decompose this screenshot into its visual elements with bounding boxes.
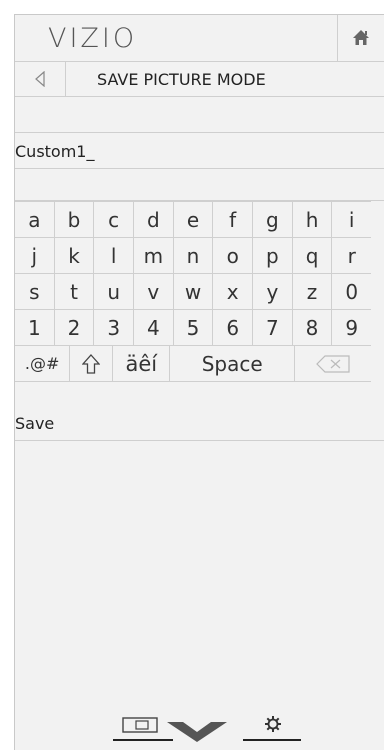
mode-name-field[interactable]: Custom1_ [15,133,384,169]
symbols-key[interactable]: .@# [15,346,71,381]
key[interactable]: q [293,238,333,273]
shift-key[interactable] [70,346,114,381]
keyboard-row: 1 2 3 4 5 6 7 8 9 [15,310,371,346]
backspace-icon [316,354,350,373]
key[interactable]: b [55,202,95,237]
key[interactable]: o [213,238,254,273]
key[interactable]: d [134,202,174,237]
key[interactable]: 5 [174,310,214,345]
save-button[interactable]: Save [15,405,384,441]
keyboard-row: .@# äêí Space [15,346,371,382]
mode-name-value: Custom1_ [15,142,95,161]
vizio-logo: VIZIO [48,23,138,54]
key[interactable]: z [293,274,333,309]
header: VIZIO [15,15,384,62]
home-button[interactable] [337,15,384,61]
key[interactable]: h [293,202,333,237]
key[interactable]: 6 [213,310,254,345]
key[interactable]: 1 [15,310,55,345]
back-arrow-icon [35,71,45,87]
key[interactable]: n [174,238,214,273]
on-screen-keyboard: a b c d e f g h i j k l m n o p q r s t … [15,201,371,382]
key[interactable]: u [94,274,135,309]
key[interactable]: 2 [55,310,95,345]
key[interactable]: i [332,202,371,237]
keyboard-row: j k l m n o p q r [15,238,371,274]
key[interactable]: e [174,202,214,237]
key[interactable]: s [15,274,55,309]
spacer-row [15,169,384,201]
settings-panel: VIZIO SAVE PICTURE MODE Custom1_ a b c d… [14,14,384,750]
settings-gear-icon[interactable] [243,716,301,741]
title-bar: SAVE PICTURE MODE [15,62,384,97]
key[interactable]: l [94,238,135,273]
key[interactable]: a [15,202,55,237]
input-source-icon[interactable] [113,717,173,741]
save-label: Save [15,414,55,433]
key[interactable]: w [174,274,214,309]
key[interactable]: 8 [293,310,333,345]
shift-arrow-icon [82,353,101,374]
key[interactable]: c [94,202,135,237]
key[interactable]: g [253,202,293,237]
key[interactable]: j [15,238,55,273]
key[interactable]: x [213,274,254,309]
key[interactable]: 4 [134,310,174,345]
keyboard-row: s t u v w x y z 0 [15,274,371,310]
key[interactable]: v [134,274,174,309]
key[interactable]: m [134,238,174,273]
key[interactable]: y [253,274,293,309]
keyboard-row: a b c d e f g h i [15,202,371,238]
key[interactable]: 9 [332,310,371,345]
key[interactable]: 0 [332,274,371,309]
key[interactable]: p [253,238,293,273]
space-key[interactable]: Space [170,346,296,381]
key[interactable]: 7 [253,310,293,345]
vizio-v-menu-icon[interactable] [167,722,227,742]
home-icon [353,30,369,45]
key[interactable]: k [55,238,95,273]
page-title: SAVE PICTURE MODE [97,70,266,89]
accents-key[interactable]: äêí [113,346,171,381]
key[interactable]: 3 [94,310,135,345]
key[interactable]: f [213,202,254,237]
back-button[interactable] [15,62,66,96]
key[interactable]: r [332,238,371,273]
bottom-controls [111,710,311,750]
backspace-key[interactable] [295,346,371,381]
key[interactable]: t [55,274,95,309]
spacer-row [15,97,384,133]
